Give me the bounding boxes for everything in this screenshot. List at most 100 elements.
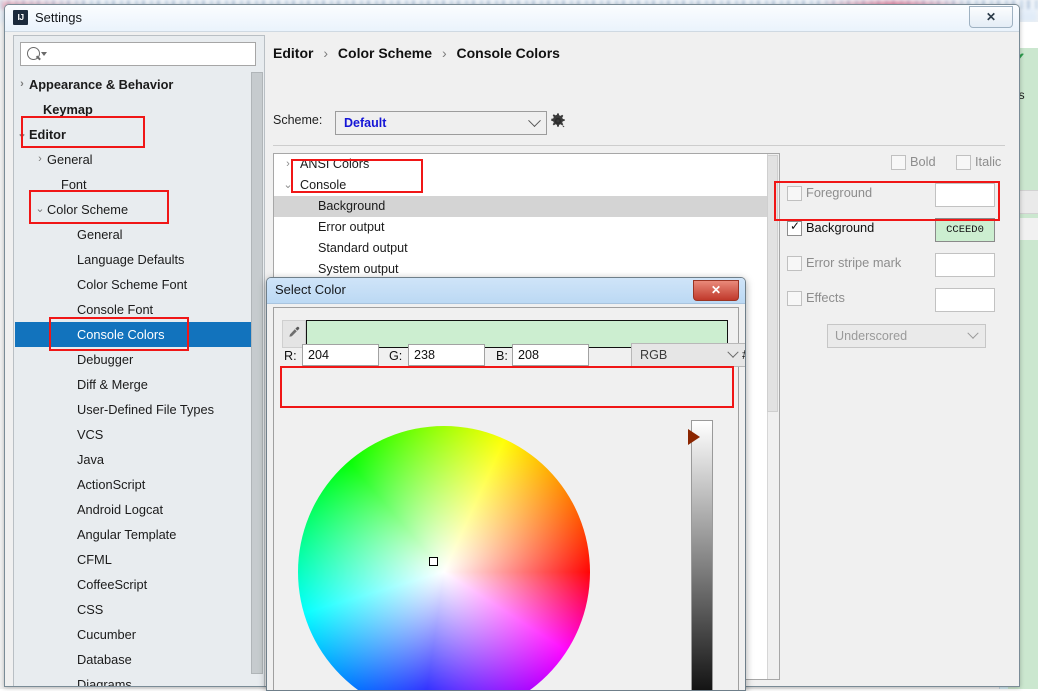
chevron-right-icon[interactable]: › [34, 147, 46, 172]
sidebar-item-label: Language Defaults [77, 252, 185, 267]
settings-category-tree[interactable]: › Appearance & Behavior Keymap ⌄ Editor › Gene… [15, 72, 253, 686]
sidebar-item-label: Appearance & Behavior [29, 77, 174, 92]
g-input[interactable]: 238 [408, 344, 485, 366]
brightness-slider-marker[interactable] [688, 429, 700, 445]
attributes-scrollbar-track[interactable] [767, 154, 779, 679]
sidebar-item-label: Diff & Merge [77, 377, 148, 392]
effects-type-select[interactable]: Underscored [827, 324, 986, 348]
effects-select-row: Underscored [787, 324, 1005, 350]
search-input[interactable] [47, 45, 251, 64]
error-stripe-checkbox[interactable] [787, 256, 802, 271]
sidebar-item-angular-template[interactable]: Angular Template [15, 522, 253, 547]
sidebar-item-debugger[interactable]: Debugger [15, 347, 253, 372]
sidebar-item-font[interactable]: Font [15, 172, 253, 197]
r-input[interactable]: 204 [302, 344, 379, 366]
error-stripe-row: Error stripe mark [787, 253, 1005, 280]
color-wheel[interactable] [298, 426, 590, 690]
breadcrumb-part-editor[interactable]: Editor [273, 45, 313, 61]
error-stripe-color-swatch[interactable] [935, 253, 995, 277]
attribute-row-error-output[interactable]: Error output [274, 217, 779, 238]
attribute-row-label: Console [300, 178, 347, 192]
color-properties-panel: Bold Italic Foreground ✓ Background CCEE… [787, 153, 1005, 359]
sidebar-item-android-logcat[interactable]: Android Logcat [15, 497, 253, 522]
attribute-row-label: Error output [318, 220, 385, 234]
chevron-down-icon[interactable]: ⌄ [282, 175, 294, 196]
sidebar-item-language-defaults[interactable]: Language Defaults [15, 247, 253, 272]
sidebar-item-label: Angular Template [77, 527, 177, 542]
sidebar-scrollbar-thumb[interactable] [251, 72, 263, 674]
scheme-select-value: Default [344, 116, 387, 130]
sidebar-item-label: CFML [77, 552, 112, 567]
sidebar-item-java[interactable]: Java [15, 447, 253, 472]
italic-checkbox[interactable] [956, 155, 971, 170]
settings-close-button[interactable]: ✕ [969, 6, 1013, 28]
sidebar-item-label: User-Defined File Types [77, 402, 215, 417]
brightness-slider[interactable] [691, 420, 713, 690]
sidebar-item-css[interactable]: CSS [15, 597, 253, 622]
sidebar-item-label: CSS [77, 602, 104, 617]
effects-color-swatch[interactable] [935, 288, 995, 312]
sidebar-item-diff-merge[interactable]: Diff & Merge [15, 372, 253, 397]
bold-checkbox[interactable] [891, 155, 906, 170]
g-label: G: [389, 349, 403, 363]
sidebar-item-label: Editor [29, 127, 66, 142]
content-divider [273, 145, 1005, 146]
sidebar-item-color-scheme[interactable]: ⌄ Color Scheme [15, 197, 253, 222]
attribute-row-label: Standard output [318, 241, 408, 255]
sidebar-item-label: ActionScript [77, 477, 146, 492]
attribute-row-ansi-colors[interactable]: › ANSI Colors [274, 154, 779, 175]
sidebar-item-general[interactable]: › General [15, 147, 253, 172]
sidebar-item-actionscript[interactable]: ActionScript [15, 472, 253, 497]
attributes-scrollbar-thumb[interactable] [767, 155, 778, 412]
select-color-close-button[interactable]: ✕ [693, 280, 739, 301]
foreground-color-swatch[interactable] [935, 183, 995, 207]
search-icon-handle [36, 55, 41, 61]
sidebar-item-label: Font [61, 177, 87, 192]
effects-checkbox[interactable] [787, 291, 802, 306]
scheme-select[interactable]: Default [335, 111, 547, 135]
gear-icon[interactable] [549, 112, 567, 130]
settings-sidebar: › Appearance & Behavior Keymap ⌄ Editor › Gene… [13, 35, 265, 686]
chevron-down-icon[interactable]: ⌄ [34, 197, 46, 222]
error-stripe-label: Error stripe mark [806, 255, 902, 270]
b-input[interactable]: 208 [512, 344, 589, 366]
sidebar-item-cucumber[interactable]: Cucumber [15, 622, 253, 647]
settings-titlebar: IJ Settings ✕ [5, 5, 1019, 32]
background-color-swatch[interactable]: CCEED0 [935, 218, 995, 242]
chevron-right-icon[interactable]: › [16, 72, 28, 97]
attribute-row-console[interactable]: ⌄ Console [274, 175, 779, 196]
sidebar-item-diagrams[interactable]: Diagrams [15, 672, 253, 686]
background-checkbox[interactable]: ✓ [787, 220, 802, 236]
effects-label: Effects [806, 290, 845, 305]
chevron-down-icon [727, 346, 739, 358]
sidebar-item-console-colors[interactable]: Console Colors [15, 322, 253, 347]
color-model-value: RGB [640, 348, 668, 362]
sidebar-item-appearance-behavior[interactable]: › Appearance & Behavior [15, 72, 253, 97]
sidebar-item-coffeescript[interactable]: CoffeeScript [15, 572, 253, 597]
sidebar-item-label: VCS [77, 427, 104, 442]
search-box[interactable] [20, 42, 256, 66]
chevron-down-icon[interactable]: ⌄ [16, 122, 28, 147]
sidebar-item-user-defined-file-types[interactable]: User-Defined File Types [15, 397, 253, 422]
select-color-titlebar: Select Color ✕ [267, 278, 745, 304]
scheme-label: Scheme: [273, 113, 323, 127]
sidebar-item-editor[interactable]: ⌄ Editor [15, 122, 253, 147]
sidebar-item-vcs[interactable]: VCS [15, 422, 253, 447]
sidebar-item-keymap[interactable]: Keymap [15, 97, 253, 122]
breadcrumb-part-color-scheme[interactable]: Color Scheme [338, 45, 432, 61]
sidebar-item-database[interactable]: Database [15, 647, 253, 672]
sidebar-item-general[interactable]: General [15, 222, 253, 247]
attribute-row-background[interactable]: Background [274, 196, 779, 217]
sidebar-item-label: Debugger [77, 352, 134, 367]
sidebar-item-cfml[interactable]: CFML [15, 547, 253, 572]
chevron-right-icon[interactable]: › [282, 154, 294, 175]
color-model-select[interactable]: RGB [631, 343, 745, 367]
foreground-checkbox[interactable] [787, 186, 802, 201]
hash-symbol: # [742, 348, 745, 362]
color-wheel-marker[interactable] [429, 557, 438, 566]
sidebar-item-label: Android Logcat [77, 502, 164, 517]
sidebar-item-color-scheme-font[interactable]: Color Scheme Font [15, 272, 253, 297]
sidebar-item-console-font[interactable]: Console Font [15, 297, 253, 322]
breadcrumb: Editor › Color Scheme › Console Colors [273, 45, 560, 61]
attribute-row-standard-output[interactable]: Standard output [274, 238, 779, 259]
